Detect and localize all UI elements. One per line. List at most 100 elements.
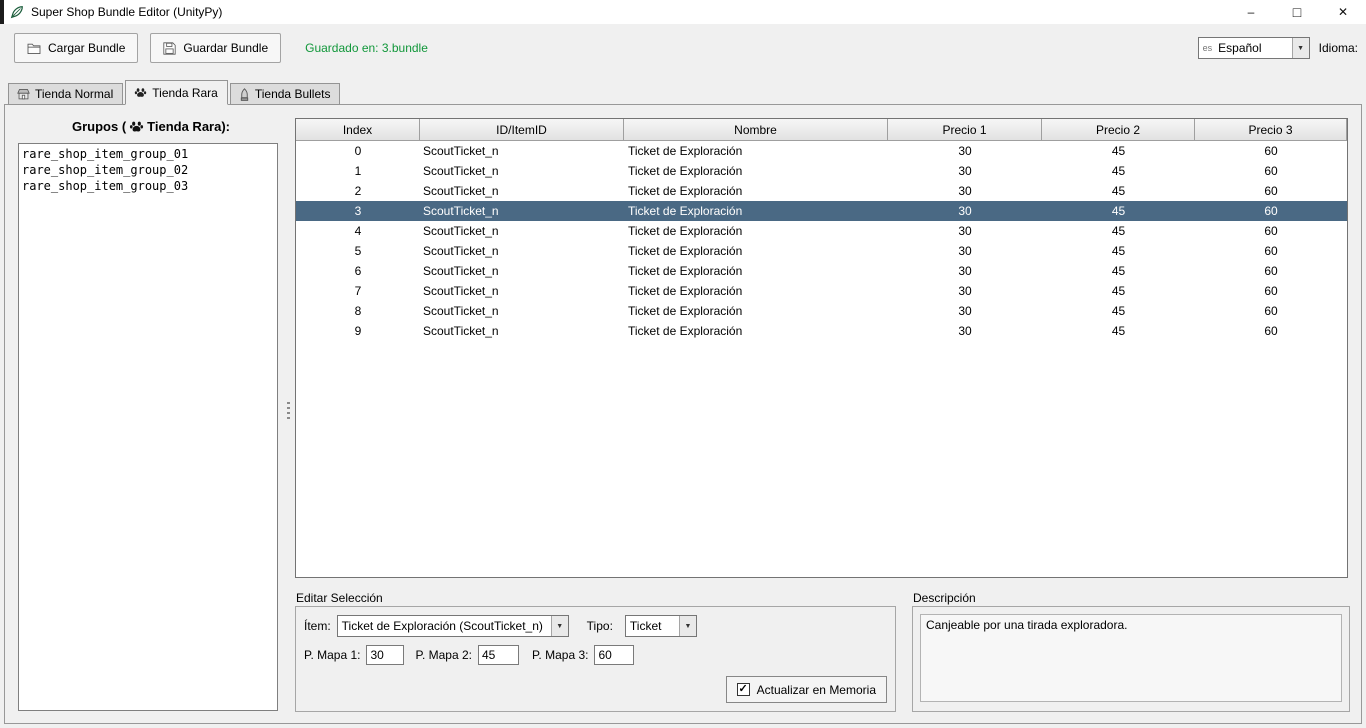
description-textarea[interactable]: Canjeable por una tirada exploradora.	[920, 614, 1342, 702]
table-row[interactable]: 0 ScoutTicket_n Ticket de Exploración 30 45 6…	[296, 141, 1347, 161]
table-cell: ScoutTicket_n	[423, 244, 499, 258]
column-header[interactable]: Nombre	[624, 119, 888, 140]
column-header[interactable]: ID/ItemID	[420, 119, 624, 140]
load-bundle-button[interactable]: Cargar Bundle	[14, 33, 139, 63]
table-cell: 60	[1264, 164, 1278, 178]
paned-window-sash[interactable]	[284, 105, 292, 723]
table-row[interactable]: 5 ScoutTicket_n Ticket de Exploración 30 45 6…	[296, 241, 1347, 261]
table-cell: ScoutTicket_n	[423, 224, 499, 238]
table-cell: 8	[354, 304, 362, 318]
groups-heading-prefix: Grupos (	[71, 119, 127, 134]
table-cell: 1	[354, 164, 362, 178]
table-cell: 60	[1264, 184, 1278, 198]
table-cell: 6	[354, 264, 362, 278]
column-header[interactable]: Precio 1	[888, 119, 1042, 140]
tab-label: Tienda Normal	[35, 87, 114, 101]
table-cell: 45	[1111, 224, 1126, 238]
item-combobox-value: Ticket de Exploración (ScoutTicket_n)	[341, 619, 543, 633]
table-cell: 9	[354, 324, 362, 338]
tienda-rara-pane: Grupos ( Tienda Rara): rare_shop_item_gr…	[4, 104, 1362, 724]
table-cell: ScoutTicket_n	[423, 164, 499, 178]
maximize-button[interactable]: □	[1274, 0, 1320, 24]
table-row[interactable]: 9 ScoutTicket_n Ticket de Exploración 30 45 6…	[296, 321, 1347, 341]
tab-tienda-normal[interactable]: Tienda Normal	[8, 83, 124, 105]
groups-listbox[interactable]: rare_shop_item_group_01 rare_shop_item_gr…	[18, 143, 278, 711]
price2-input[interactable]	[477, 645, 519, 665]
language-label: Idioma:	[1318, 41, 1358, 55]
description-frame: Canjeable por una tirada exploradora.	[912, 606, 1350, 712]
close-button[interactable]: ✕	[1320, 0, 1366, 24]
item-row: Ítem: Ticket de Exploración (ScoutTicket…	[304, 615, 697, 637]
price2-label: P. Mapa 2:	[415, 648, 472, 662]
update-memory-checkbox-box[interactable]: ✓	[736, 683, 750, 696]
item-combobox[interactable]: Ticket de Exploración (ScoutTicket_n) ▼	[336, 615, 569, 637]
table-cell: ScoutTicket_n	[423, 324, 499, 338]
table-cell: ScoutTicket_n	[423, 304, 499, 318]
table-cell: 60	[1264, 224, 1278, 238]
table-cell: ScoutTicket_n	[423, 284, 499, 298]
table-cell: 45	[1111, 264, 1126, 278]
sash-grip-icon	[286, 402, 290, 420]
table-cell: 30	[958, 184, 972, 198]
tab-label: Tienda Bullets	[254, 87, 331, 101]
table-row[interactable]: 1 ScoutTicket_n Ticket de Exploración 30 45 6…	[296, 161, 1347, 181]
chevron-down-icon[interactable]: ▼	[550, 616, 568, 636]
description-title: Descripción	[911, 591, 978, 605]
title-bar: Super Shop Bundle Editor (UnityPy) – □ ✕	[0, 0, 1366, 24]
table-cell: ScoutTicket_n	[423, 184, 499, 198]
table-cell: ScoutTicket_n	[423, 264, 499, 278]
open-folder-icon	[27, 42, 41, 54]
update-memory-checkbutton[interactable]: ✓ Actualizar en Memoria	[725, 676, 887, 703]
table-cell: Ticket de Exploración	[628, 164, 743, 178]
table-cell: 30	[958, 304, 972, 318]
list-item[interactable]: rare_shop_item_group_02	[22, 162, 274, 178]
window-controls: – □ ✕	[1228, 0, 1366, 24]
spain-flag-icon: es	[1202, 43, 1213, 53]
list-item[interactable]: rare_shop_item_group_01	[22, 146, 274, 162]
price3-label: P. Mapa 3:	[531, 648, 589, 662]
toolbar: Cargar Bundle Guardar Bundle Guardado en…	[0, 24, 1366, 72]
table-cell: 60	[1264, 284, 1278, 298]
table-row[interactable]: 4 ScoutTicket_n Ticket de Exploración 30 45 6…	[296, 221, 1347, 241]
chevron-down-icon[interactable]: ▼	[1291, 38, 1309, 58]
saved-status-text: Guardado en: 3.bundle	[305, 41, 428, 55]
table-cell: ScoutTicket_n	[423, 204, 499, 218]
table-row[interactable]: 8 ScoutTicket_n Ticket de Exploración 30 45 6…	[296, 301, 1347, 321]
table-row[interactable]: 3 ScoutTicket_n Ticket de Exploración 30 45 6…	[296, 201, 1347, 221]
language-combobox[interactable]: es Español ▼	[1197, 37, 1310, 59]
tab-tienda-rara[interactable]: Tienda Rara	[125, 80, 228, 105]
table-cell: Ticket de Exploración	[628, 284, 743, 298]
minimize-button[interactable]: –	[1228, 0, 1274, 24]
table-cell: Ticket de Exploración	[628, 184, 743, 198]
language-area: es Español ▼ Idioma:	[1197, 37, 1366, 59]
table-cell: 60	[1264, 264, 1278, 278]
table-cell: 45	[1111, 144, 1126, 158]
column-header[interactable]: Precio 2	[1042, 119, 1195, 140]
shop-tabs: Tienda Normal Tienda Rara Tienda Bullets	[8, 80, 342, 105]
table-row[interactable]: 7 ScoutTicket_n Ticket de Exploración 30 45 6…	[296, 281, 1347, 301]
table-cell: 5	[354, 244, 362, 258]
type-combobox[interactable]: Ticket ▼	[624, 615, 697, 637]
column-header[interactable]: Index	[296, 119, 420, 140]
items-table-header: Index ID/ItemID Nombre Precio 1 Precio 2 Prec…	[296, 119, 1347, 141]
tab-tienda-bullets[interactable]: Tienda Bullets	[229, 83, 341, 105]
column-header[interactable]: Precio 3	[1195, 119, 1347, 140]
table-cell: 0	[354, 144, 362, 158]
table-cell: Ticket de Exploración	[628, 304, 743, 318]
load-bundle-label: Cargar Bundle	[48, 41, 126, 55]
table-cell: Ticket de Exploración	[628, 324, 743, 338]
table-cell: 45	[1111, 244, 1126, 258]
price1-input[interactable]	[366, 645, 405, 665]
save-bundle-label: Guardar Bundle	[183, 41, 269, 55]
type-label: Tipo:	[586, 619, 613, 633]
list-item[interactable]: rare_shop_item_group_03	[22, 178, 274, 194]
table-row[interactable]: 2 ScoutTicket_n Ticket de Exploración 30 45 6…	[296, 181, 1347, 201]
table-row[interactable]: 6 ScoutTicket_n Ticket de Exploración 30 45 6…	[296, 261, 1347, 281]
table-cell: 60	[1264, 244, 1278, 258]
price1-label: P. Mapa 1:	[304, 648, 361, 662]
chevron-down-icon[interactable]: ▼	[678, 616, 696, 636]
table-cell: 60	[1264, 304, 1278, 318]
save-bundle-button[interactable]: Guardar Bundle	[150, 33, 282, 63]
table-cell: 60	[1264, 204, 1278, 218]
price3-input[interactable]	[594, 645, 635, 665]
